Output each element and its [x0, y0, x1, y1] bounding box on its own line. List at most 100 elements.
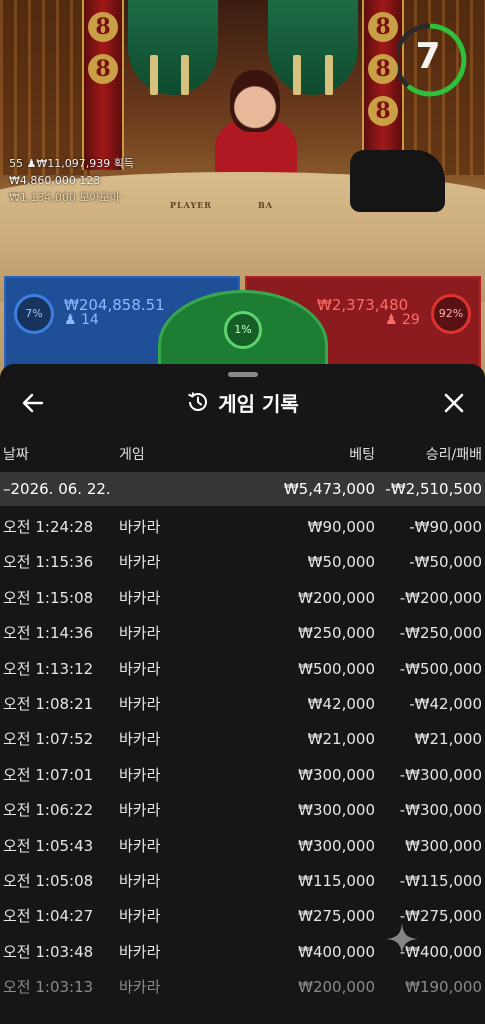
- row-result: -₩250,000: [399, 624, 482, 643]
- row-game: 바카라: [119, 907, 161, 926]
- col-game: 게임: [119, 447, 145, 463]
- row-game: 바카라: [119, 801, 161, 820]
- row-time: 오전 1:03:48: [3, 942, 94, 961]
- row-bet: ₩500,000: [298, 659, 375, 678]
- row-bet: ₩300,000: [298, 765, 375, 784]
- row-game: 바카라: [119, 765, 161, 784]
- row-bet: ₩21,000: [307, 730, 375, 749]
- row-game: 바카라: [119, 730, 161, 749]
- sparkle-icon: [386, 923, 418, 955]
- history-row[interactable]: 오전 1:24:28 바카라 ₩90,000 -₩90,000: [0, 510, 485, 545]
- day-summary-row[interactable]: –2026. 06. 22. ₩5,473,000 -₩2,510,500: [0, 472, 485, 506]
- player-stats: 55 ♟₩11,097,939 획득 ₩4,860,000 123 ₩1,134…: [9, 155, 134, 206]
- row-game: 바카라: [119, 624, 161, 643]
- history-row[interactable]: 오전 1:05:43 바카라 ₩300,000 ₩300,000: [0, 829, 485, 864]
- row-result: -₩200,000: [399, 588, 482, 607]
- tie-percent: 1%: [224, 311, 262, 349]
- close-button[interactable]: [437, 386, 471, 420]
- history-row[interactable]: 오전 1:08:21 바카라 ₩42,000 -₩42,000: [0, 687, 485, 722]
- row-game: 바카라: [119, 871, 161, 890]
- row-result: -₩90,000: [409, 518, 482, 536]
- table-player-label: PLAYER: [170, 200, 212, 210]
- round-timer: 7: [393, 18, 470, 102]
- timer-value: 7: [415, 36, 441, 77]
- row-game: 바카라: [119, 553, 161, 572]
- day-bet-total: ₩5,473,000: [283, 480, 375, 498]
- col-result: 승리/패배: [425, 447, 482, 463]
- row-bet: ₩200,000: [298, 588, 375, 607]
- drag-handle[interactable]: [228, 372, 258, 377]
- row-time: 오전 1:15:08: [3, 588, 94, 607]
- column-headers: 날짜 게임 베팅 승리/패배: [0, 444, 485, 466]
- history-clock-icon: [188, 392, 208, 411]
- row-bet: ₩42,000: [307, 694, 375, 713]
- history-row[interactable]: 오전 1:14:36 바카라 ₩250,000 -₩250,000: [0, 616, 485, 651]
- row-bet: ₩300,000: [298, 801, 375, 820]
- row-time: 오전 1:07:52: [3, 730, 94, 749]
- player-percent: 7%: [14, 294, 54, 334]
- tassel: [181, 55, 189, 95]
- history-row[interactable]: 오전 1:05:08 바카라 ₩115,000 -₩115,000: [0, 864, 485, 899]
- history-row[interactable]: 오전 1:15:36 바카라 ₩50,000 -₩50,000: [0, 545, 485, 580]
- row-bet: ₩90,000: [307, 518, 375, 536]
- tassel: [325, 55, 333, 95]
- col-bet: 베팅: [349, 447, 375, 463]
- player-bet-count: ♟ 14: [64, 312, 99, 328]
- row-time: 오전 1:14:36: [3, 624, 94, 643]
- stats-line: ₩1,134,000 모아모아: [9, 191, 120, 204]
- row-bet: ₩50,000: [307, 553, 375, 572]
- banker-percent: 92%: [431, 294, 471, 334]
- row-time: 오전 1:05:08: [3, 871, 94, 890]
- history-row[interactable]: 오전 1:07:52 바카라 ₩21,000 ₩21,000: [0, 722, 485, 757]
- row-result: ₩300,000: [405, 836, 482, 855]
- row-result: -₩300,000: [399, 801, 482, 820]
- row-time: 오전 1:07:01: [3, 765, 94, 784]
- day-date: –2026. 06. 22.: [3, 480, 111, 498]
- row-game: 바카라: [119, 659, 161, 678]
- row-bet: ₩200,000: [298, 978, 375, 997]
- row-time: 오전 1:13:12: [3, 659, 94, 678]
- row-game: 바카라: [119, 588, 161, 607]
- row-time: 오전 1:05:43: [3, 836, 94, 855]
- sheet-header: 게임 기록: [0, 382, 485, 424]
- row-bet: ₩250,000: [298, 624, 375, 643]
- close-icon: [444, 393, 464, 413]
- row-game: 바카라: [119, 836, 161, 855]
- col-date: 날짜: [3, 447, 29, 463]
- history-row[interactable]: 오전 1:15:08 바카라 ₩200,000 -₩200,000: [0, 581, 485, 616]
- user-icon: ♟: [385, 312, 398, 328]
- user-icon: ♟: [64, 312, 77, 328]
- row-bet: ₩300,000: [298, 836, 375, 855]
- dealer-head: [230, 70, 280, 132]
- lattice-wall-left: [0, 0, 90, 175]
- history-row[interactable]: 오전 1:06:22 바카라 ₩300,000 -₩300,000: [0, 793, 485, 828]
- row-game: 바카라: [119, 518, 161, 536]
- row-time: 오전 1:15:36: [3, 553, 94, 572]
- live-table-video: 8 8 8 8 8 PLAYER BA 7 55 ♟₩11,097,939 획득…: [0, 0, 485, 380]
- stats-line: 55 ♟₩11,097,939 획득: [9, 157, 134, 170]
- row-game: 바카라: [119, 978, 161, 997]
- sheet-title: 게임 기록: [218, 392, 299, 416]
- row-time: 오전 1:06:22: [3, 801, 94, 820]
- curtain-left: [128, 0, 218, 95]
- row-bet: ₩115,000: [298, 871, 375, 890]
- row-bet: ₩400,000: [298, 942, 375, 961]
- curtain-right: [268, 0, 358, 95]
- tassel: [293, 55, 301, 95]
- row-result: -₩42,000: [409, 694, 482, 713]
- row-result: -₩500,000: [399, 659, 482, 678]
- table-banker-label: BA: [258, 200, 273, 210]
- pillar-left: 8 8: [82, 0, 124, 170]
- history-row[interactable]: 오전 1:13:12 바카라 ₩500,000 -₩500,000: [0, 652, 485, 687]
- row-bet: ₩275,000: [298, 907, 375, 926]
- history-row[interactable]: 오전 1:07:01 바카라 ₩300,000 -₩300,000: [0, 758, 485, 793]
- sheet-title-wrap: 게임 기록: [0, 388, 485, 417]
- tassel: [150, 55, 158, 95]
- stats-line: ₩4,860,000 123: [9, 174, 101, 187]
- row-game: 바카라: [119, 694, 161, 713]
- history-row[interactable]: 오전 1:03:13 바카라 ₩200,000 ₩190,000: [0, 970, 485, 1005]
- row-game: 바카라: [119, 942, 161, 961]
- row-result: -₩115,000: [399, 871, 482, 890]
- game-history-sheet: 게임 기록 날짜 게임 베팅 승리/패배 –2026. 06. 22. ₩5,4…: [0, 364, 485, 1024]
- banker-bet-count: ♟ 29: [385, 312, 420, 328]
